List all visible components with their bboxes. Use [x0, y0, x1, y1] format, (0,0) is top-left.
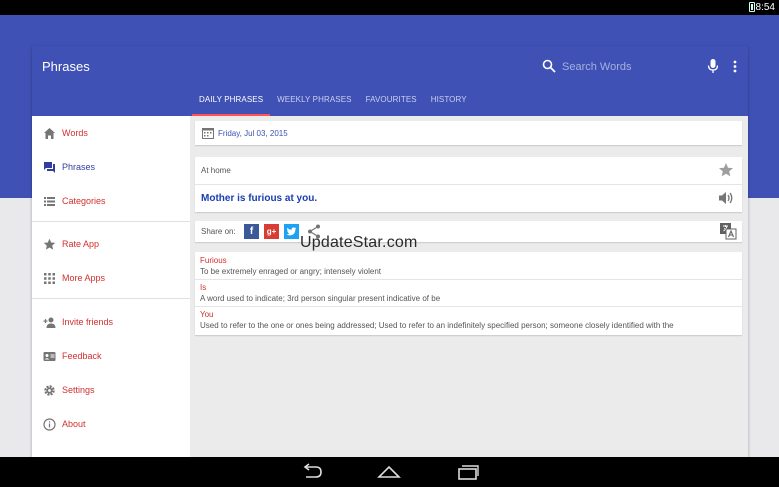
toolbar: Phrases DAILY PHRASES WEEKLY PHRASES FAV… [32, 46, 748, 116]
phrase-context: At home [201, 166, 231, 175]
phrase-divider [195, 184, 742, 185]
sidebar-item-invite-friends[interactable]: Invite friends [32, 307, 190, 337]
sidebar-divider [32, 298, 190, 299]
status-clock: 8:54 [755, 2, 775, 13]
star-icon [43, 238, 56, 250]
twitter-share-button[interactable] [284, 224, 299, 239]
list-icon [44, 196, 55, 206]
info-icon [43, 417, 56, 431]
tab-weekly-phrases[interactable]: WEEKLY PHRASES [270, 92, 358, 116]
word-definition: A word used to indicate; 3rd person sing… [200, 294, 441, 303]
contact-card-icon [43, 351, 56, 361]
tab-history[interactable]: HISTORY [424, 92, 474, 116]
word-definitions-list: Furious To be extremely enraged or angry… [195, 252, 742, 335]
sidebar-item-label: Phrases [62, 162, 96, 172]
gear-icon [44, 384, 55, 396]
sidebar-item-settings[interactable]: Settings [32, 375, 190, 405]
sidebar-item-label: Settings [62, 385, 95, 395]
google-plus-share-button[interactable]: g+ [264, 224, 279, 239]
home-icon [44, 127, 55, 139]
phrase-text: Mother is furious at you. [201, 193, 318, 204]
nav-drawer: Words Phrases Categories Rate App More A… [32, 116, 190, 457]
tab-favourites[interactable]: FAVOURITES [359, 92, 424, 116]
microphone-icon[interactable] [707, 59, 719, 74]
word-definition: To be extremely enraged or angry; intens… [200, 267, 381, 276]
back-icon[interactable] [300, 463, 324, 481]
calendar-icon [202, 128, 214, 139]
person-add-icon [43, 317, 56, 328]
word-definition: Used to refer to the one or ones being a… [200, 321, 674, 330]
sidebar-item-label: Feedback [62, 351, 102, 361]
battery-icon [749, 2, 755, 12]
recent-apps-icon[interactable] [456, 463, 480, 481]
sidebar-item-categories[interactable]: Categories [32, 186, 190, 216]
word-title: Furious [200, 256, 227, 265]
sidebar-item-words[interactable]: Words [32, 118, 190, 148]
sidebar-item-about[interactable]: About [32, 409, 190, 439]
share-bar: Share on: f g+ [195, 221, 742, 242]
sidebar-item-label: Words [62, 128, 88, 138]
overflow-menu-icon[interactable] [732, 59, 738, 74]
list-item: Furious To be extremely enraged or angry… [195, 252, 742, 280]
tab-daily-phrases[interactable]: DAILY PHRASES [192, 92, 271, 116]
sidebar-item-label: Invite friends [62, 317, 114, 327]
sidebar-item-phrases[interactable]: Phrases [32, 152, 190, 182]
phrase-card: At home Mother is furious at you. [195, 157, 742, 212]
date-bar: Friday, Jul 03, 2015 [195, 121, 742, 145]
share-label: Share on: [201, 227, 236, 236]
home-nav-icon[interactable] [377, 463, 401, 481]
search-input[interactable] [562, 58, 692, 76]
chat-icon [44, 161, 55, 173]
list-item: Is A word used to indicate; 3rd person s… [195, 280, 742, 307]
word-title: Is [200, 283, 207, 292]
status-bar: 8:54 [0, 0, 779, 15]
sidebar-item-label: Categories [62, 196, 106, 206]
search-icon[interactable] [542, 59, 556, 73]
sidebar-item-label: About [62, 419, 86, 429]
tab-bar: DAILY PHRASES WEEKLY PHRASES FAVOURITES … [192, 92, 474, 116]
grid-icon [44, 272, 55, 284]
watermark-text: UpdateStar.com [300, 234, 418, 251]
list-item: You Used to refer to the one or ones bei… [195, 307, 742, 335]
daily-phrase-content: Friday, Jul 03, 2015 At home Mother is f… [190, 116, 748, 457]
app-title: Phrases [42, 59, 90, 74]
sidebar-item-more-apps[interactable]: More Apps [32, 263, 190, 293]
sidebar-item-feedback[interactable]: Feedback [32, 341, 190, 371]
system-nav-bar [0, 457, 779, 487]
facebook-share-button[interactable]: f [244, 224, 259, 239]
sidebar-divider [32, 221, 190, 222]
phrase-date: Friday, Jul 03, 2015 [218, 129, 288, 138]
sidebar-item-label: Rate App [62, 239, 100, 249]
translate-icon[interactable] [719, 222, 737, 240]
word-title: You [200, 310, 214, 319]
sidebar-item-label: More Apps [62, 273, 106, 283]
favourite-star-icon[interactable] [718, 162, 734, 178]
sidebar-item-rate-app[interactable]: Rate App [32, 229, 190, 259]
speaker-icon[interactable] [718, 191, 734, 205]
